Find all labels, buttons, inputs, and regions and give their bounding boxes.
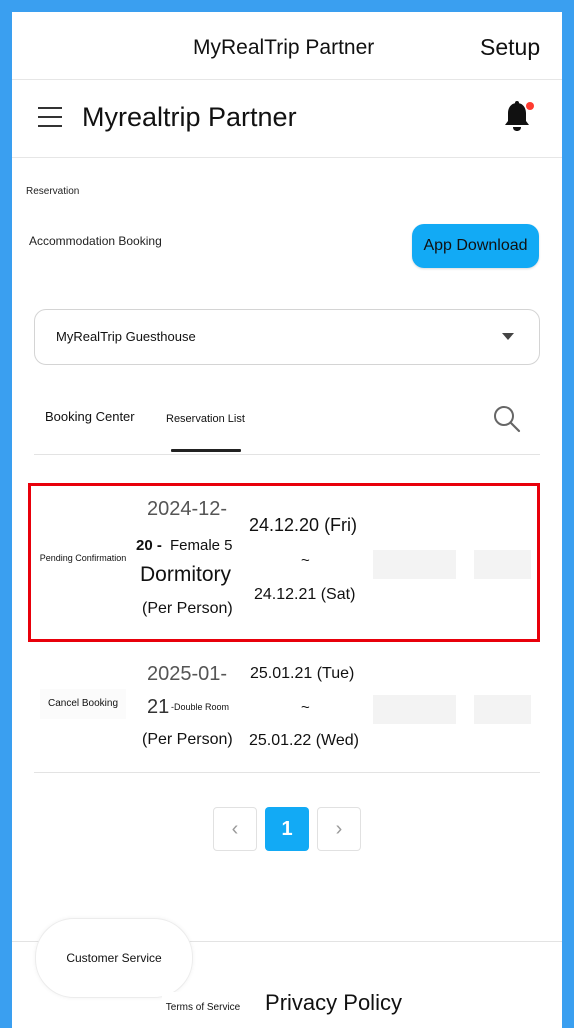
window-bar: MyRealTrip Partner Setup xyxy=(12,12,562,80)
reservation-date-day: 20 - xyxy=(136,537,162,554)
app-frame: MyRealTrip Partner Setup Myrealtrip Part… xyxy=(12,12,562,1028)
caret-down-icon xyxy=(502,333,514,340)
date-range-tilde: ~ xyxy=(301,552,310,569)
reservation-date: 2024-12- xyxy=(147,498,228,520)
tab-reservation-list[interactable]: Reservation List xyxy=(166,413,245,425)
app-header: Myrealtrip Partner xyxy=(12,80,562,158)
app-title: Myrealtrip Partner xyxy=(82,102,297,132)
chevron-left-icon: ‹ xyxy=(231,817,239,840)
privacy-policy-link[interactable]: Privacy Policy xyxy=(256,984,411,1022)
status-badge[interactable]: Pending Confirmation xyxy=(36,553,130,563)
customer-service-button[interactable]: Customer Service xyxy=(35,918,193,998)
date-range-tilde: ~ xyxy=(301,699,310,716)
chevron-right-icon: › xyxy=(335,817,343,840)
pagination-next-button[interactable]: › xyxy=(317,807,361,851)
reservation-date: 2025-01- xyxy=(147,663,228,685)
action-placeholder[interactable] xyxy=(474,695,531,724)
breadcrumb[interactable]: Reservation xyxy=(26,186,79,197)
cancel-booking-button[interactable]: Cancel Booking xyxy=(40,689,126,719)
check-in-date: 25.01.21 (Tue) xyxy=(250,665,355,682)
hamburger-menu-icon[interactable] xyxy=(38,107,62,127)
property-select[interactable]: MyRealTrip Guesthouse xyxy=(34,309,540,365)
check-out-date: 24.12.21 (Sat) xyxy=(254,586,356,603)
check-out-date: 25.01.22 (Wed) xyxy=(249,732,359,749)
pagination-prev-button[interactable]: ‹ xyxy=(213,807,257,851)
page-title: Accommodation Booking xyxy=(29,234,162,248)
price-unit: (Per Person) xyxy=(142,600,233,617)
room-type: -Double Room xyxy=(171,702,230,712)
setup-button[interactable]: Setup xyxy=(480,34,540,61)
separator: - xyxy=(152,537,162,554)
price-unit: (Per Person) xyxy=(142,731,233,748)
active-tab-indicator xyxy=(171,449,241,452)
action-placeholder[interactable] xyxy=(373,550,456,579)
reservation-date-day-text: 20 xyxy=(136,537,153,554)
notification-dot xyxy=(526,102,534,110)
pagination-page-1[interactable]: 1 xyxy=(265,807,309,851)
tab-booking-center[interactable]: Booking Center xyxy=(45,409,135,424)
room-type: Female 5 xyxy=(170,537,233,554)
check-in-date: 24.12.20 (Fri) xyxy=(249,515,358,535)
property-select-value: MyRealTrip Guesthouse xyxy=(56,329,196,344)
window-title: MyRealTrip Partner xyxy=(193,36,375,59)
app-download-button[interactable]: App Download xyxy=(412,224,539,268)
rows-divider xyxy=(34,772,540,773)
tabs-divider xyxy=(34,454,540,455)
reservation-date-day: 21 xyxy=(147,696,170,718)
action-placeholder[interactable] xyxy=(373,695,456,724)
room-type-line2: Dormitory xyxy=(140,563,232,586)
action-placeholder[interactable] xyxy=(474,550,531,579)
terms-of-service-link[interactable]: Terms of Service xyxy=(162,992,244,1022)
search-icon[interactable] xyxy=(492,404,522,434)
